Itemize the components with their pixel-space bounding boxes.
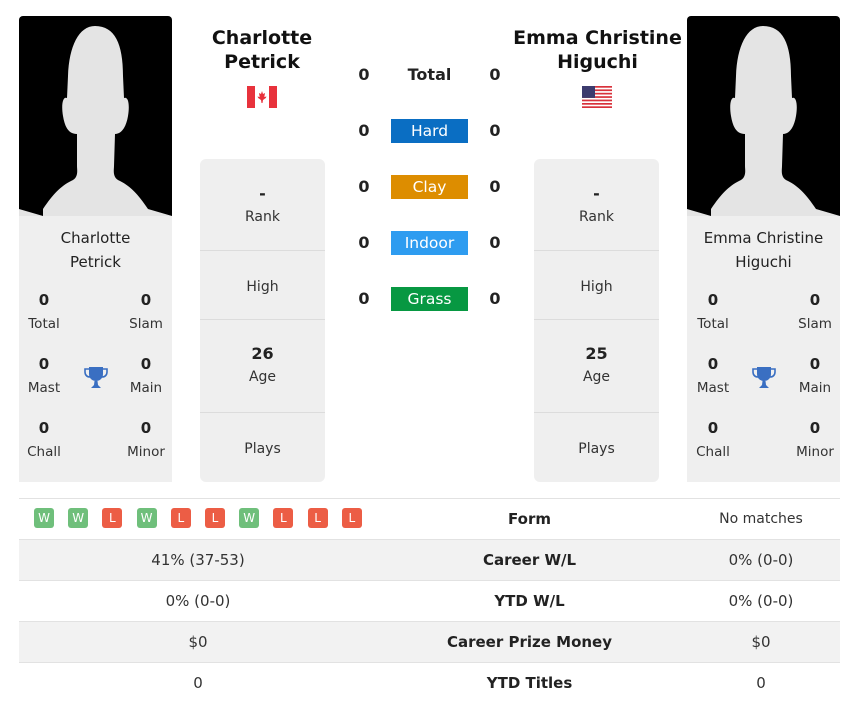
h2h-row-hard: 0 Hard 0 <box>345 119 515 143</box>
surface-badge-grass[interactable]: Grass <box>391 287 468 311</box>
player2-masters-titles: 0 Mast <box>696 355 730 396</box>
trophy-icon <box>752 367 776 388</box>
form-badge-loss[interactable]: L <box>273 508 294 528</box>
player2-value: 0 <box>756 674 766 692</box>
player1-value: 0 <box>193 674 203 692</box>
h2h-row-clay: 0 Clay 0 <box>345 175 515 199</box>
player1-name[interactable]: Charlotte Petrick <box>187 26 337 74</box>
silhouette-icon <box>687 26 840 216</box>
silhouette-icon <box>19 26 172 216</box>
h2h-row-grass: 0 Grass 0 <box>345 287 515 311</box>
player2-name[interactable]: Emma Christine Higuchi <box>505 26 690 74</box>
player2-high: High <box>534 251 659 320</box>
player1-main-titles: 0 Main <box>129 355 163 396</box>
player2-slam-titles: 0 Slam <box>798 291 832 332</box>
table-row-prize-money: $0 Career Prize Money $0 <box>19 621 840 662</box>
player1-ranking-box: - Rank High 26 Age Plays <box>200 159 325 482</box>
player1-age: 26 Age <box>200 320 325 413</box>
form-badge-loss[interactable]: L <box>205 508 225 528</box>
player1-total-titles: 0 Total <box>28 291 60 332</box>
player1-challenger-titles: 0 Chall <box>27 419 61 460</box>
form-badge-win[interactable]: W <box>239 508 260 528</box>
trophy-icon <box>84 367 108 388</box>
player1-high: High <box>200 251 325 320</box>
h2h-row-total: 0 Total 0 <box>345 63 515 87</box>
surface-badge-clay[interactable]: Clay <box>391 175 468 199</box>
row-label: Career Prize Money <box>446 633 612 651</box>
player2-ranking-box: - Rank High 25 Age Plays <box>534 159 659 482</box>
row-label: Form <box>508 510 551 528</box>
player1-value: $0 <box>188 633 208 651</box>
player1-masters-titles: 0 Mast <box>27 355 61 396</box>
player1-form: WWLWLLWLLL <box>19 499 377 539</box>
player2-card-name[interactable]: Emma Christine Higuchi <box>687 226 840 274</box>
form-badge-loss[interactable]: L <box>341 508 362 528</box>
comparison-table: WWLWLLWLLL Form No matches 41% (37-53) C… <box>19 498 840 703</box>
row-label: Career W/L <box>482 551 577 569</box>
table-row-ytd-wl: 0% (0-0) YTD W/L 0% (0-0) <box>19 580 840 621</box>
row-label: YTD W/L <box>494 592 565 610</box>
player2-total-titles: 0 Total <box>697 291 729 332</box>
form-badge-win[interactable]: W <box>34 508 54 528</box>
form-badge-loss[interactable]: L <box>102 508 123 528</box>
table-row-ytd-titles: 0 YTD Titles 0 <box>19 662 840 703</box>
player1-titles-card: Charlotte Petrick 0 Total 0 Slam 0 Mast … <box>19 216 172 482</box>
player1-minor-titles: 0 Minor <box>127 419 165 460</box>
h2h-label-total: Total <box>407 65 452 84</box>
player2-photo <box>687 16 840 216</box>
h2h-row-indoor: 0 Indoor 0 <box>345 231 515 255</box>
surface-badge-indoor[interactable]: Indoor <box>391 231 468 255</box>
canada-flag-icon <box>247 86 277 108</box>
row-label: YTD Titles <box>486 674 573 692</box>
player2-challenger-titles: 0 Chall <box>696 419 730 460</box>
player2-value: $0 <box>751 633 771 651</box>
player2-form: No matches <box>719 511 803 527</box>
player1-value: 41% (37-53) <box>151 551 245 569</box>
player2-plays: Plays <box>578 441 615 457</box>
table-row-form: WWLWLLWLLL Form No matches <box>19 498 840 539</box>
player2-age: 25 Age <box>534 320 659 413</box>
player2-rank: - Rank <box>534 159 659 251</box>
player1-rank: - Rank <box>200 159 325 251</box>
form-badge-win[interactable]: W <box>68 508 89 528</box>
player1-plays: Plays <box>244 441 281 457</box>
table-row-career-wl: 41% (37-53) Career W/L 0% (0-0) <box>19 539 840 580</box>
form-badge-loss[interactable]: L <box>307 508 328 528</box>
player2-value: 0% (0-0) <box>728 551 794 569</box>
player1-slam-titles: 0 Slam <box>129 291 163 332</box>
player2-main-titles: 0 Main <box>798 355 832 396</box>
form-badge-loss[interactable]: L <box>170 508 191 528</box>
usa-flag-icon <box>582 86 612 108</box>
player2-value: 0% (0-0) <box>728 592 794 610</box>
surface-badge-hard[interactable]: Hard <box>391 119 468 143</box>
form-badge-win[interactable]: W <box>136 508 157 528</box>
player1-card-name[interactable]: Charlotte Petrick <box>19 226 172 274</box>
player2-titles-card: Emma Christine Higuchi 0 Total 0 Slam 0 … <box>687 216 840 482</box>
player2-minor-titles: 0 Minor <box>796 419 834 460</box>
player1-value: 0% (0-0) <box>165 592 231 610</box>
player1-photo <box>19 16 172 216</box>
